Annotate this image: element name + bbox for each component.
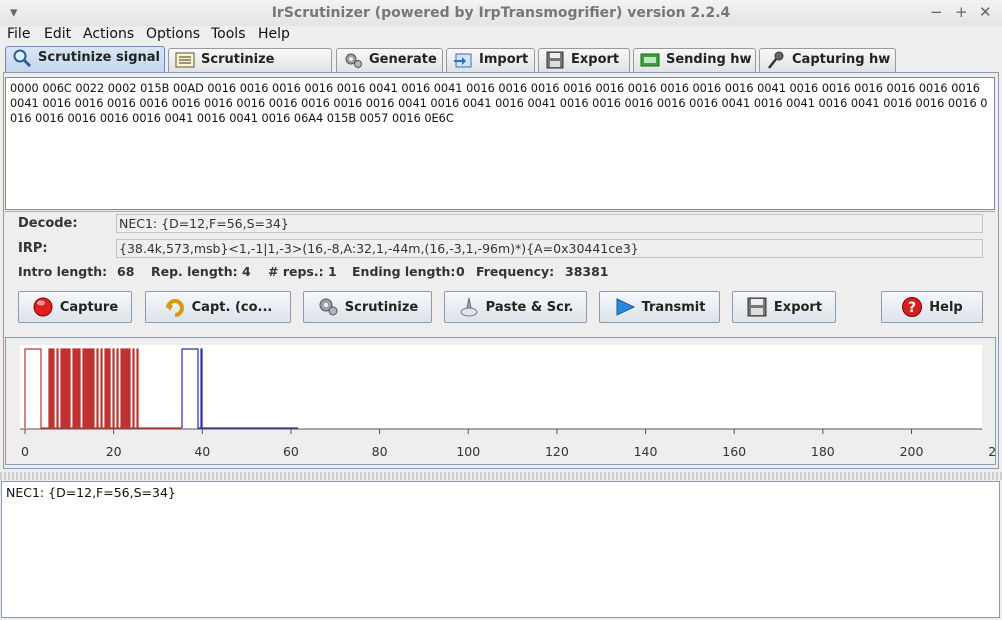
- menu-file[interactable]: File: [7, 26, 30, 42]
- tab-label: Generate: [369, 52, 437, 67]
- floppy-icon: [747, 297, 767, 317]
- x-tick-label: 180: [811, 444, 835, 459]
- tab-sending-hw[interactable]: Sending hw: [633, 48, 756, 72]
- gears-icon: [345, 53, 362, 68]
- record-icon: [33, 297, 53, 317]
- menu-edit[interactable]: Edit: [44, 26, 71, 42]
- tab-label: Export: [571, 52, 620, 67]
- reps-label: # reps.:: [268, 264, 324, 279]
- tab-label: Capturing hw: [792, 52, 891, 67]
- reps-value: 1: [328, 264, 337, 279]
- menu-actions[interactable]: Actions: [83, 26, 134, 42]
- x-tick-label: 100: [456, 444, 480, 459]
- x-tick-label: 120: [545, 444, 569, 459]
- tab-capturing-hw[interactable]: Capturing hw: [759, 48, 896, 72]
- signal-plot-svg: 0 20 40 60 80 100 120 140 160 180 200 220: [20, 345, 1002, 459]
- decode-label: Decode:: [18, 216, 78, 231]
- title-bar: ▾ IrScrutinizer (powered by IrpTransmogr…: [0, 0, 1002, 26]
- tab-scrutinize-remote[interactable]: Scrutinize remote: [168, 48, 332, 89]
- menu-options[interactable]: Options: [146, 26, 200, 42]
- x-tick-label: 80: [372, 444, 388, 459]
- x-tick-label: 220: [988, 444, 995, 459]
- x-tick-label: 160: [722, 444, 746, 459]
- help-icon: ?: [902, 297, 923, 317]
- console-output[interactable]: NEC1: {D=12,F=56,S=34}: [1, 481, 1000, 618]
- rep-length-value: 4: [242, 264, 251, 279]
- capture-continuous-button[interactable]: Capt. (co...: [145, 291, 291, 323]
- magnifier-icon: [13, 49, 32, 67]
- tab-generate[interactable]: Generate: [336, 48, 443, 72]
- tab-label: Scrutinize signal: [38, 50, 161, 65]
- x-tick-label: 40: [194, 444, 210, 459]
- x-tick-label: 20: [106, 444, 122, 459]
- irp-field[interactable]: {38.4k,573,msb}<1,-1|1,-3>(16,-8,A:32,1,…: [116, 239, 983, 258]
- transmit-button[interactable]: Transmit: [599, 291, 720, 323]
- tab-label: Import: [479, 52, 529, 67]
- x-tick-label: 60: [283, 444, 299, 459]
- menu-bar: File Edit Actions Options Tools Help: [0, 26, 1002, 44]
- gears-icon: [319, 298, 338, 316]
- svg-text:?: ?: [908, 300, 916, 316]
- frequency-value: 38381: [565, 264, 609, 279]
- intro-length-label: Intro length:: [18, 264, 108, 279]
- scrutinize-button[interactable]: Scrutinize: [303, 291, 432, 323]
- frequency-label: Frequency:: [476, 264, 555, 279]
- sending-hw-icon: [640, 53, 660, 67]
- minimize-icon[interactable]: −: [930, 3, 943, 21]
- ending-length-label: Ending length:: [352, 264, 456, 279]
- paste-scrutinize-label: Paste & Scr.: [485, 299, 574, 315]
- tab-bar: Scrutinize signal Scrutinize remote Gene…: [0, 46, 1002, 89]
- export-label: Export: [773, 299, 823, 315]
- tab-export[interactable]: Export: [538, 48, 630, 72]
- close-icon[interactable]: ✕: [979, 3, 992, 21]
- capture-button[interactable]: Capture: [18, 291, 132, 323]
- tab-import[interactable]: Import: [446, 48, 535, 72]
- maximize-icon[interactable]: +: [955, 3, 968, 21]
- capture-label: Capture: [59, 299, 119, 315]
- decode-field[interactable]: NEC1: {D=12,F=56,S=34}: [116, 214, 983, 233]
- help-button[interactable]: ? Help: [881, 291, 983, 323]
- intro-length-value: 68: [117, 264, 135, 279]
- paste-icon: [460, 297, 478, 317]
- import-icon: [454, 53, 472, 68]
- x-tick-label: 140: [634, 444, 658, 459]
- divider: [5, 211, 995, 212]
- paste-scrutinize-button[interactable]: Paste & Scr.: [444, 291, 587, 323]
- tab-scrutinize-signal[interactable]: Scrutinize signal: [5, 46, 165, 73]
- splitter-handle[interactable]: [0, 472, 1002, 480]
- help-label: Help: [929, 299, 963, 315]
- floppy-icon: [546, 51, 564, 69]
- window-title: IrScrutinizer (powered by IrpTransmogrif…: [271, 5, 731, 21]
- transmit-label: Transmit: [641, 299, 706, 315]
- ending-length-value: 0: [456, 264, 465, 279]
- plot-area: [20, 345, 982, 429]
- menu-help[interactable]: Help: [258, 26, 290, 42]
- tab-label: Sending hw: [666, 52, 752, 67]
- x-tick-label: 200: [900, 444, 924, 459]
- play-icon: [616, 298, 635, 316]
- export-button[interactable]: Export: [732, 291, 836, 323]
- microphone-icon: [768, 51, 784, 69]
- signal-plot[interactable]: 0 20 40 60 80 100 120 140 160 180 200 220: [5, 337, 1002, 465]
- scrutinize-label: Scrutinize: [344, 299, 419, 315]
- irp-label: IRP:: [18, 241, 48, 256]
- rep-length-label: Rep. length:: [151, 264, 238, 279]
- signal-textarea[interactable]: 0000 006C 0022 0002 015B 00AD 0016 0016 …: [5, 77, 995, 210]
- list-icon: [175, 52, 195, 68]
- capture-continuous-label: Capt. (co...: [191, 299, 273, 315]
- loop-arrow-icon: [165, 299, 184, 317]
- x-tick-label: 0: [21, 444, 29, 459]
- console-text: NEC1: {D=12,F=56,S=34}: [6, 485, 176, 500]
- menu-tools[interactable]: Tools: [211, 26, 246, 42]
